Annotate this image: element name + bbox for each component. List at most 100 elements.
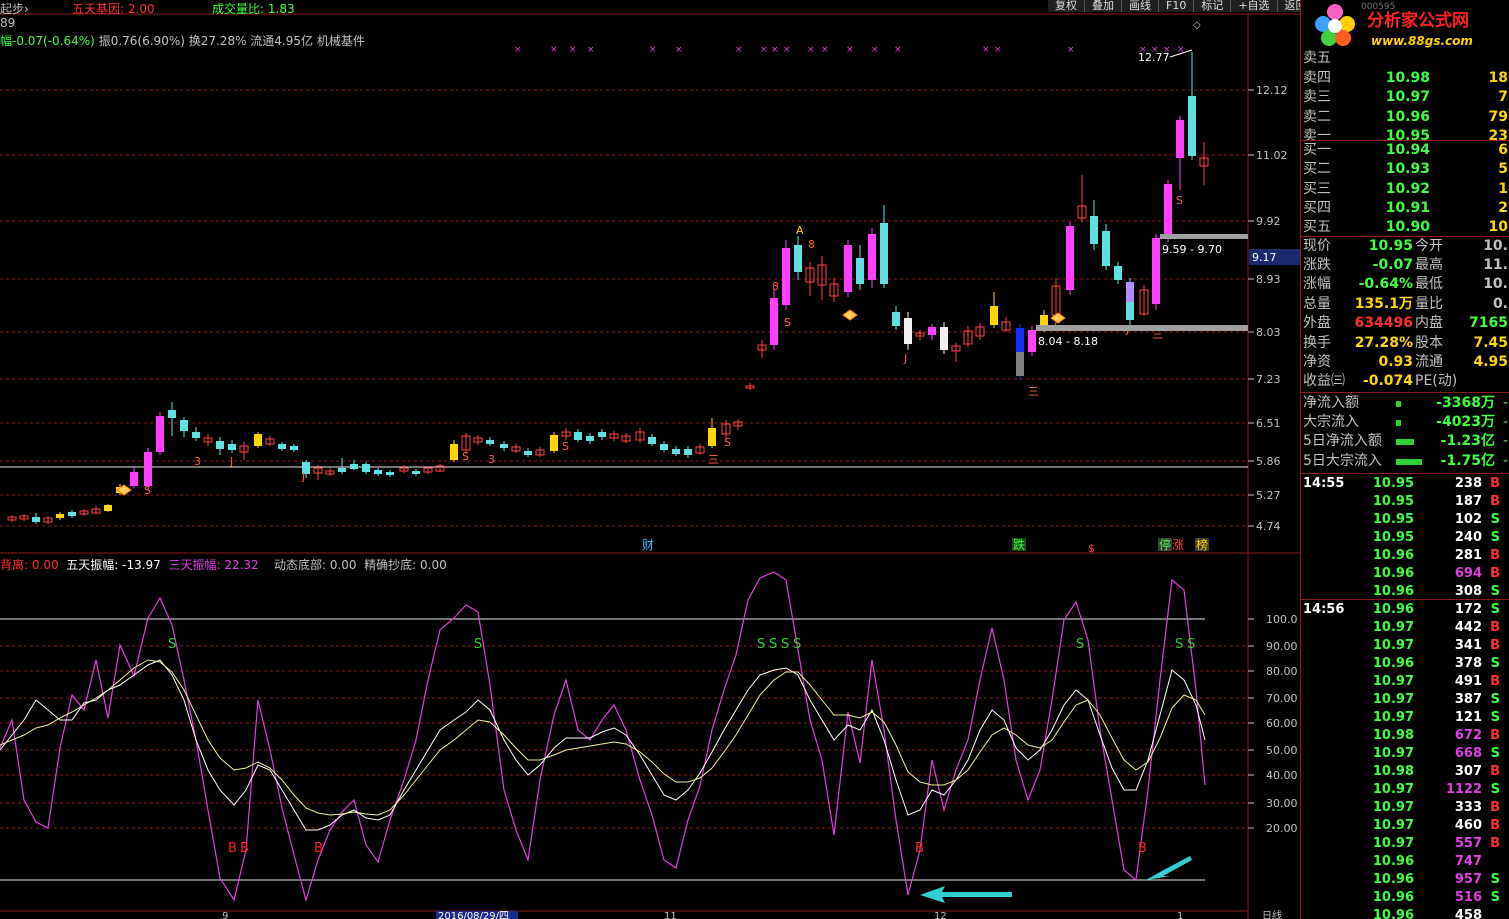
menu-mark[interactable]: 标记 [1194,0,1232,12]
menu-add-watchlist[interactable]: +自选 [1231,0,1278,12]
tick-price: 10.97 [1372,710,1414,725]
tick-row[interactable]: 10.97 341 B [1301,637,1509,655]
stat-label: 涨跌 [1303,257,1331,274]
x-marker-icon: × [550,45,558,55]
tick-row[interactable]: 10.96 747 [1301,853,1509,871]
sell-level-row[interactable]: 卖三 10.97 7 [1301,88,1509,107]
candle-body [782,248,790,305]
candle-body [180,420,188,431]
buy-signal-label: B [240,841,249,856]
tick-price: 10.96 [1372,656,1414,671]
tick-row[interactable]: 10.98 307 B [1301,763,1509,781]
buy-level-row[interactable]: 买二 10.93 5 [1301,160,1509,179]
price-grid [0,89,1248,527]
stat-row[interactable]: 收益㈢ -0.074 PE(动) [1301,372,1509,391]
stat-value: 0. [1492,295,1508,312]
stat-row[interactable]: 现价 10.95 今开 10. [1301,237,1509,256]
event-label-rise[interactable]: 涨 [1172,537,1184,552]
order-price: 10.94 [1385,142,1430,158]
tick-row[interactable]: 14:55 10.95 238 B [1301,475,1509,493]
tick-price: 10.96 [1372,602,1414,617]
tick-row[interactable]: 10.96 694 B [1301,565,1509,583]
flow-value: -4023万 [1436,414,1495,431]
candlesticks[interactable]: S3JJS3SS三S88AJ三SJ三S [7,52,1209,524]
stat-row[interactable]: 涨跌 -0.07 最高 11. [1301,256,1509,275]
event-label-drop[interactable]: 跌 [1013,537,1025,552]
tick-row[interactable]: 10.97 668 S [1301,745,1509,763]
tick-price: 10.97 [1372,818,1414,833]
flow-row[interactable]: 5日净流入额 -1.23亿 - [1301,432,1509,451]
sell-level-row[interactable]: 卖二 10.96 79 [1301,108,1509,127]
tick-row[interactable]: 10.97 387 S [1301,691,1509,709]
menu-overlay[interactable]: 叠加 [1085,0,1122,12]
candle-signal-letter: 三 [1028,385,1039,398]
tick-row[interactable]: 10.97 557 B [1301,835,1509,853]
tick-volume: 694 [1454,566,1482,581]
price-axis-label: 4.74 [1256,520,1281,533]
sell-level-row[interactable]: 卖四 10.98 18 [1301,69,1509,88]
tick-side: B [1490,800,1500,815]
tick-price: 10.98 [1372,728,1414,743]
period-label[interactable]: 日线 [1262,909,1282,919]
flow-row[interactable]: 净流入额 -3368万 - [1301,394,1509,413]
order-price: 10.98 [1385,69,1430,86]
candle-body [684,449,692,455]
tick-volume: 460 [1454,818,1482,833]
menu-f10[interactable]: F10 [1159,0,1195,12]
buy-level-row[interactable]: 买三 10.92 1 [1301,180,1509,199]
event-label-halt[interactable]: 停 [1159,537,1171,552]
buy-level-row[interactable]: 买一 10.94 6 [1301,141,1509,160]
stat-row[interactable]: 总量 135.1万 量比 0. [1301,295,1509,314]
tick-row[interactable]: 10.96 516 S [1301,889,1509,907]
tick-row[interactable]: 10.97 460 B [1301,817,1509,835]
candle-body [574,432,582,440]
tick-volume: 668 [1454,746,1482,761]
tick-row[interactable]: 10.97 121 S [1301,709,1509,727]
menu-draw-line[interactable]: 画线 [1122,0,1159,12]
tick-side: S [1490,872,1500,887]
tick-row[interactable]: 10.98 672 B [1301,727,1509,745]
tick-side: B [1490,620,1500,635]
kline-chart-area[interactable]: 12.12 11.02 9.92 8.93 8.03 7.23 6.51 5.86 5.27 4.… [0,0,1300,919]
stat-value: 7.45 [1473,335,1508,351]
tick-row[interactable]: 10.96 957 S [1301,871,1509,889]
tick-row[interactable]: 10.96 458 [1301,907,1509,919]
flow-row[interactable]: 5日大宗流入 -1.75亿 - [1301,452,1509,471]
stat-row[interactable]: 涨幅 -0.64% 最低 10. [1301,275,1509,294]
tick-row[interactable]: 10.95 187 B [1301,493,1509,511]
candle-body [362,464,370,472]
tick-row[interactable]: 10.97 333 B [1301,799,1509,817]
menu-restore-rights[interactable]: 复权 [1048,0,1085,12]
tick-side: B [1490,548,1500,563]
price-axis-label: 11.02 [1256,149,1288,162]
tick-row[interactable]: 10.95 102 S [1301,511,1509,529]
stat-row[interactable]: 换手 27.28% 股本 7.45 [1301,334,1509,353]
order-level-label: 卖四 [1303,69,1331,86]
event-label-finance[interactable]: 财 [642,538,654,552]
tick-row[interactable]: 10.97 491 B [1301,673,1509,691]
stat-label: 涨幅 [1303,276,1331,293]
tick-price: 10.95 [1372,476,1414,491]
tick-row[interactable]: 10.96 378 S [1301,655,1509,673]
event-label-dollar[interactable]: $ [1088,542,1095,555]
stat-row[interactable]: 外盘 634496 内盘 7165 [1301,314,1509,333]
indicator-axis-label: 20.00 [1266,822,1298,835]
buy-level-row[interactable]: 买五 10.90 10 [1301,218,1509,237]
sell-level-row[interactable]: 卖五 [1301,49,1509,68]
indicator-axis-label: 30.00 [1266,797,1298,810]
tick-row[interactable]: 10.96 281 B [1301,547,1509,565]
stat-row[interactable]: 净资 0.93 流通 4.95 [1301,353,1509,372]
stat-value: 7165 [1469,314,1508,331]
tick-row[interactable]: 10.97 1122 S [1301,781,1509,799]
tick-row[interactable]: 10.95 240 S [1301,529,1509,547]
stat-value: 10. [1483,276,1508,293]
tick-side: B [1490,476,1500,491]
buy-level-row[interactable]: 买四 10.91 2 [1301,199,1509,218]
tick-volume: 240 [1454,530,1482,545]
tick-row[interactable]: 14:56 10.96 172 S [1301,601,1509,619]
event-label-rank[interactable]: 榜 [1196,537,1208,552]
candle-body [144,452,152,486]
flow-row[interactable]: 大宗流入 -4023万 - [1301,413,1509,432]
tick-row[interactable]: 10.97 442 B [1301,619,1509,637]
stat-value: -0.64% [1358,276,1413,293]
